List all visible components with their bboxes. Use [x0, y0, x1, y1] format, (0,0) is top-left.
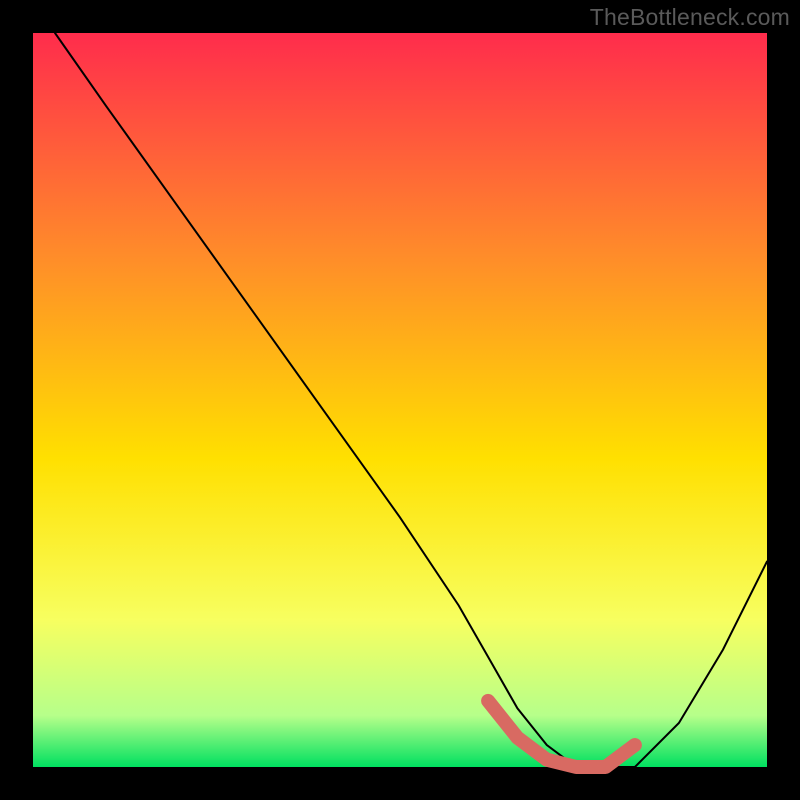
watermark-text: TheBottleneck.com — [590, 4, 790, 31]
bottleneck-chart — [0, 0, 800, 800]
chart-container: TheBottleneck.com — [0, 0, 800, 800]
plot-background — [33, 33, 767, 767]
